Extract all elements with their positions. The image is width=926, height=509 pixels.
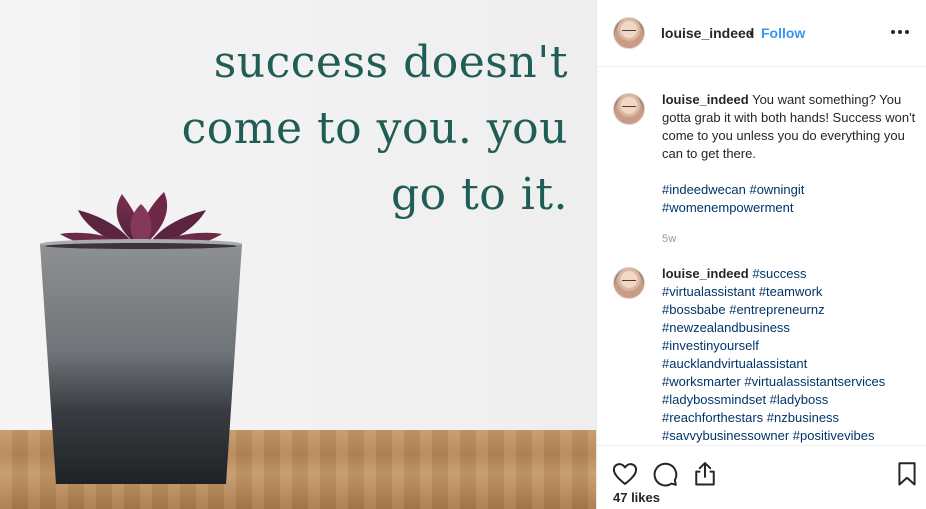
follow-button[interactable]: Follow <box>761 25 805 41</box>
comment-username[interactable]: louise_indeed <box>662 266 749 281</box>
heart-icon[interactable] <box>611 460 639 488</box>
share-icon[interactable] <box>691 460 719 488</box>
avatar[interactable] <box>613 17 645 49</box>
bookmark-icon[interactable] <box>893 460 921 488</box>
comment-tag-line[interactable]: #bossbabe #entrepreneurnz <box>662 301 917 319</box>
post-side-panel: louise_indeed • Follow louise_indeed You… <box>596 0 926 509</box>
caption-hashtags-line-1[interactable]: #indeedwecan #owningit <box>662 181 917 199</box>
avatar[interactable] <box>613 93 645 125</box>
comment-tag-line[interactable]: #virtualassistant #teamwork <box>662 283 917 301</box>
header-separator: • <box>749 25 754 41</box>
post-image[interactable]: success doesn't come to you. you go to i… <box>0 0 596 509</box>
quote-line-3: go to it. <box>390 169 568 220</box>
caption-hashtags-line-2[interactable]: #womenempowerment <box>662 199 917 217</box>
ellipsis-icon[interactable] <box>887 20 913 44</box>
comment-tag-line[interactable]: #newzealandbusiness <box>662 319 917 337</box>
comment-tag-line[interactable]: #aucklandvirtualassistant <box>662 355 917 373</box>
comments-list[interactable]: louise_indeed You want something? You go… <box>597 67 926 445</box>
post-header: louise_indeed • Follow <box>597 0 926 67</box>
comment-tag-line[interactable]: #savvybusinessowner #positivevibes <box>662 427 917 445</box>
comment-tag-line[interactable]: #ladybossmindset #ladyboss <box>662 391 917 409</box>
caption-username[interactable]: louise_indeed <box>662 92 749 107</box>
image-quote: success doesn't come to you. you go to i… <box>148 30 568 228</box>
comment-tag-line[interactable]: #investinyourself <box>662 337 917 355</box>
header-username[interactable]: louise_indeed <box>661 25 754 41</box>
comment-text-block: louise_indeed #success #virtualassistant… <box>662 265 917 445</box>
quote-line-2: come to you. you <box>181 103 568 154</box>
comment-icon[interactable] <box>651 460 679 488</box>
avatar[interactable] <box>613 267 645 299</box>
succulent-pot-illustration <box>40 192 242 484</box>
likes-count[interactable]: 47 likes <box>613 490 660 505</box>
caption-timestamp[interactable]: 5w <box>662 233 676 245</box>
caption-text-block: louise_indeed You want something? You go… <box>662 91 917 217</box>
quote-line-1: success doesn't <box>213 37 568 88</box>
comment-first-tag[interactable]: #success <box>752 266 806 281</box>
comment-tag-line[interactable]: #reachforthestars #nzbusiness <box>662 409 917 427</box>
instagram-post: success doesn't come to you. you go to i… <box>0 0 926 509</box>
comment-tag-line[interactable]: #worksmarter #virtualassistantservices <box>662 373 917 391</box>
